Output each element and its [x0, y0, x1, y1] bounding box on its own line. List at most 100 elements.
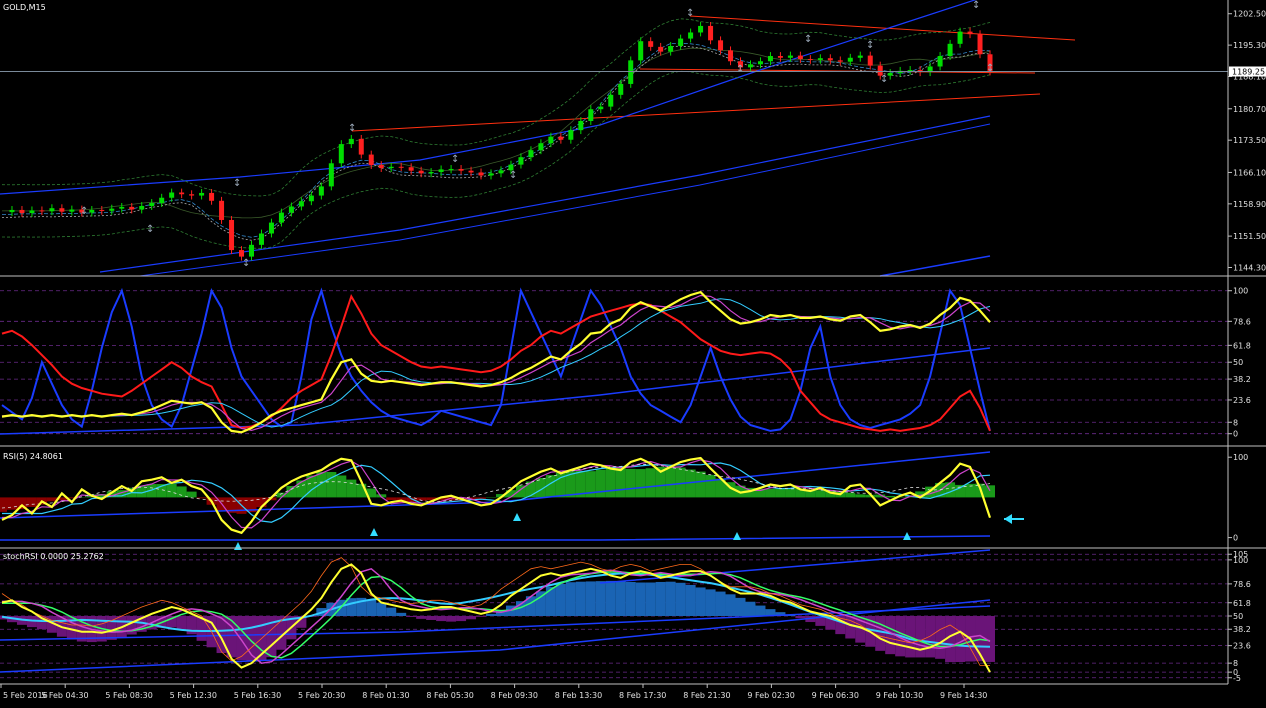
candle-body[interactable]	[558, 136, 564, 140]
candle-body[interactable]	[258, 233, 264, 245]
rsi-histogram-bar	[625, 468, 636, 498]
candle-body[interactable]	[767, 56, 773, 62]
rsi-panel[interactable]	[0, 451, 1024, 550]
candle-body[interactable]	[199, 192, 205, 196]
candle-body[interactable]	[19, 209, 25, 214]
time-tick-label: 8 Feb 01:30	[362, 691, 409, 700]
candle-body[interactable]	[817, 58, 823, 60]
candle-body[interactable]	[688, 32, 694, 39]
candle-body[interactable]	[278, 212, 284, 223]
candle-body[interactable]	[837, 60, 843, 62]
candle-body[interactable]	[857, 55, 863, 58]
candle-body[interactable]	[468, 170, 474, 173]
candle-body[interactable]	[99, 209, 105, 211]
oscillator-panel[interactable]	[0, 287, 1228, 435]
candle-body[interactable]	[847, 57, 853, 62]
candle-body[interactable]	[957, 31, 963, 44]
candle-body[interactable]	[209, 192, 215, 201]
candle-body[interactable]	[338, 144, 344, 164]
candle-body[interactable]	[418, 170, 424, 174]
candle-body[interactable]	[648, 41, 654, 47]
candle-body[interactable]	[378, 165, 384, 169]
candle-body[interactable]	[358, 138, 364, 155]
candle-body[interactable]	[49, 208, 55, 212]
candle-body[interactable]	[478, 172, 484, 176]
candle-body[interactable]	[618, 83, 624, 95]
candle-body[interactable]	[528, 150, 534, 158]
price-panel[interactable]: ↕ ↕ ↕ ↕ ↕ ↕ ↕ ↕ ↕ ↕ ↕ ↕ ↕ ↕	[0, 0, 1228, 277]
candle-body[interactable]	[698, 25, 704, 33]
candle-body[interactable]	[608, 94, 614, 107]
candle-body[interactable]	[747, 64, 753, 68]
candle-body[interactable]	[598, 106, 604, 110]
candle-body[interactable]	[219, 200, 225, 220]
candle-body[interactable]	[169, 192, 175, 198]
candle-body[interactable]	[977, 34, 983, 55]
candle-body[interactable]	[807, 59, 813, 61]
chart-canvas[interactable]: ↕↕↕↕↕↕↕↕↕↕↕↕↕↕ 1202.501195.301188.101180…	[0, 0, 1266, 708]
candle-body[interactable]	[298, 201, 304, 207]
candle-body[interactable]	[189, 194, 195, 196]
candle-body[interactable]	[678, 38, 684, 46]
candle-body[interactable]	[967, 31, 973, 35]
candle-body[interactable]	[368, 154, 374, 166]
candle-body[interactable]	[718, 40, 724, 51]
signal-arrow-icon	[733, 532, 741, 540]
candle-body[interactable]	[149, 202, 155, 207]
trendline-red[interactable]	[351, 93, 1041, 132]
stochrsi-panel[interactable]	[0, 549, 1228, 679]
candle-body[interactable]	[119, 206, 125, 209]
candle-body[interactable]	[887, 73, 893, 76]
candle-body[interactable]	[458, 168, 464, 171]
candle-body[interactable]	[548, 136, 554, 144]
candle-body[interactable]	[288, 206, 294, 213]
candle-body[interactable]	[268, 222, 274, 234]
candle-body[interactable]	[907, 69, 913, 71]
candle-body[interactable]	[578, 120, 584, 131]
candle-body[interactable]	[658, 46, 664, 52]
candle-body[interactable]	[498, 170, 504, 174]
candle-body[interactable]	[518, 157, 524, 165]
candle-body[interactable]	[179, 192, 185, 195]
candle-body[interactable]	[239, 250, 245, 257]
candle-body[interactable]	[39, 210, 45, 212]
candle-body[interactable]	[777, 56, 783, 58]
candle-body[interactable]	[89, 209, 95, 213]
candle-body[interactable]	[9, 209, 15, 213]
candle-body[interactable]	[757, 61, 763, 65]
candle-body[interactable]	[787, 55, 793, 58]
candle-body[interactable]	[797, 55, 803, 60]
candle-body[interactable]	[438, 169, 444, 173]
candle-body[interactable]	[59, 208, 65, 212]
candle-body[interactable]	[947, 43, 953, 57]
candle-body[interactable]	[398, 166, 404, 168]
candle-body[interactable]	[728, 50, 734, 62]
candle-body[interactable]	[328, 163, 334, 187]
candle-body[interactable]	[638, 41, 644, 61]
candle-body[interactable]	[937, 56, 943, 67]
candle-body[interactable]	[428, 172, 434, 174]
candle-body[interactable]	[628, 60, 634, 84]
candle-body[interactable]	[348, 138, 354, 145]
candle-body[interactable]	[248, 244, 254, 257]
candle-body[interactable]	[827, 58, 833, 61]
candle-body[interactable]	[388, 166, 394, 169]
candle-body[interactable]	[708, 25, 714, 41]
candle-body[interactable]	[109, 208, 115, 211]
candle-body[interactable]	[69, 209, 75, 212]
candle-body[interactable]	[867, 55, 873, 66]
candle-body[interactable]	[668, 45, 674, 52]
candle-body[interactable]	[129, 206, 135, 210]
candle-body[interactable]	[318, 186, 324, 196]
candle-body[interactable]	[568, 130, 574, 140]
candle-body[interactable]	[308, 195, 314, 202]
candle-body[interactable]	[29, 210, 35, 214]
candle-body[interactable]	[229, 219, 235, 251]
candle-body[interactable]	[448, 168, 454, 170]
candle-body[interactable]	[488, 173, 494, 176]
candle-body[interactable]	[588, 109, 594, 121]
candle-body[interactable]	[139, 206, 145, 210]
candle-body[interactable]	[538, 143, 544, 151]
candle-body[interactable]	[159, 197, 165, 203]
candle-body[interactable]	[408, 167, 414, 171]
